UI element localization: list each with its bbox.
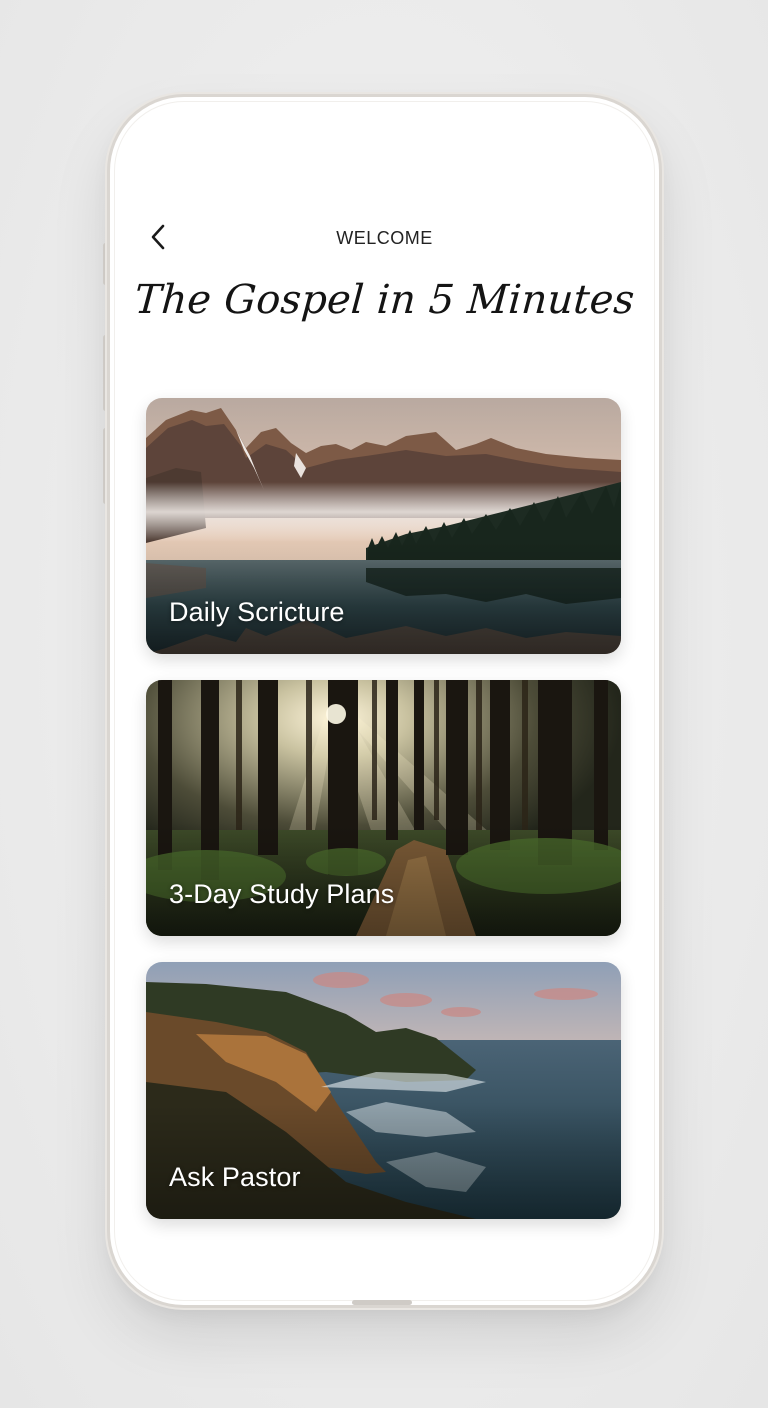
power-button xyxy=(659,360,664,470)
canvas: WELCOME The Gospel in 5 Minutes Daily Sc… xyxy=(0,0,768,1408)
card-daily-scripture[interactable]: Daily Scricture xyxy=(146,398,621,654)
volume-down-button xyxy=(103,428,108,504)
card-label: Daily Scricture xyxy=(169,597,345,627)
phone-bottom-edge xyxy=(352,1300,412,1305)
silent-switch xyxy=(103,243,108,285)
card-label: 3-Day Study Plans xyxy=(169,879,395,909)
card-label: Ask Pastor xyxy=(169,1162,301,1192)
phone-screen: WELCOME The Gospel in 5 Minutes Daily Sc… xyxy=(110,97,659,1305)
card-ask-pastor[interactable]: Ask Pastor xyxy=(146,962,621,1219)
volume-up-button xyxy=(103,335,108,411)
nav-title: WELCOME xyxy=(336,228,433,248)
card-study-plans[interactable]: 3-Day Study Plans xyxy=(146,680,621,936)
app-title: The Gospel in 5 Minutes xyxy=(133,277,636,323)
